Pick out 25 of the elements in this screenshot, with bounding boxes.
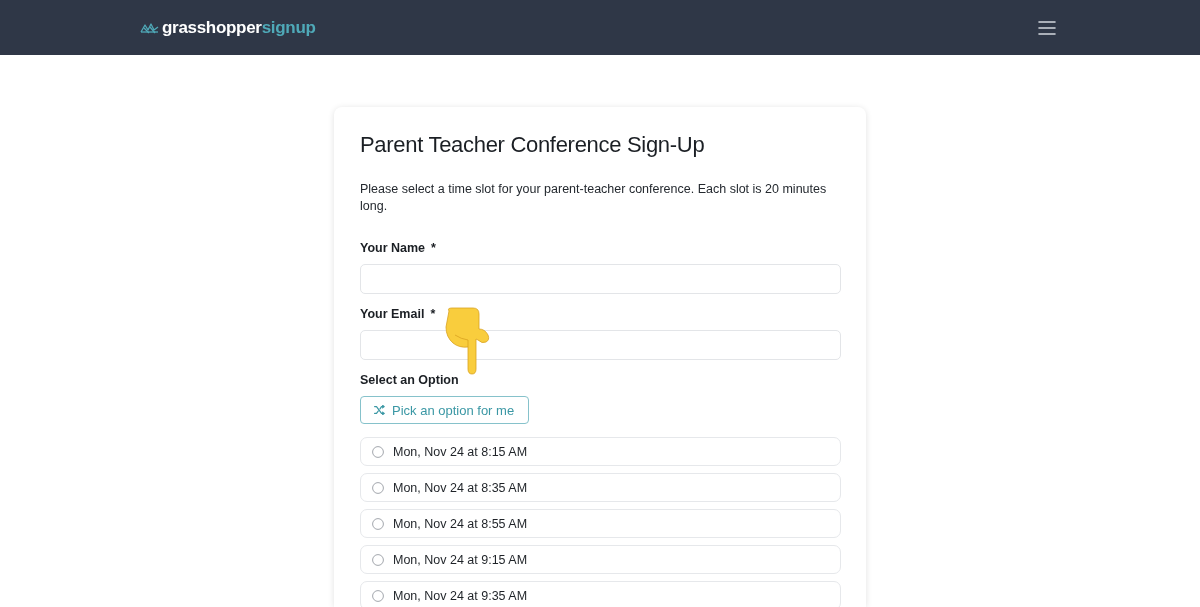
time-slot-option[interactable]: Mon, Nov 24 at 8:35 AM — [360, 473, 841, 502]
required-mark: * — [430, 306, 436, 322]
input-field[interactable] — [360, 264, 841, 294]
radio-button[interactable] — [372, 517, 384, 530]
pick-random-button[interactable]: Pick an option for me — [360, 396, 530, 424]
shuffle-icon — [374, 405, 385, 415]
logo-icon — [140, 21, 159, 34]
required-mark: * — [431, 240, 436, 256]
time-slot-option[interactable]: Mon, Nov 24 at 8:15 AM — [360, 437, 841, 466]
radio-button[interactable] — [372, 445, 384, 458]
form-title: Parent Teacher Conference Sign-Up — [360, 131, 706, 159]
time-slot-option[interactable]: Mon, Nov 24 at 9:35 AM — [360, 581, 841, 607]
radio-button[interactable] — [372, 481, 384, 494]
options-label: Select an Option — [360, 372, 460, 388]
form-description: Please select a time slot for your parent-teacher conference. Each slot is 20 minutes long. — [360, 181, 828, 215]
radio-button[interactable] — [372, 553, 384, 566]
field-label: Your Email — [360, 306, 425, 322]
menu-icon[interactable] — [1038, 20, 1056, 35]
time-slot-option[interactable]: Mon, Nov 24 at 8:55 AM — [360, 509, 841, 538]
logo-wordmark[interactable]: grasshoppersignup — [162, 17, 316, 38]
input-field[interactable] — [360, 330, 841, 360]
pointing-hand-icon — [443, 307, 491, 375]
field-label: Your Name — [360, 240, 426, 256]
time-slot-option[interactable]: Mon, Nov 24 at 9:15 AM — [360, 545, 841, 574]
radio-button[interactable] — [372, 589, 384, 602]
